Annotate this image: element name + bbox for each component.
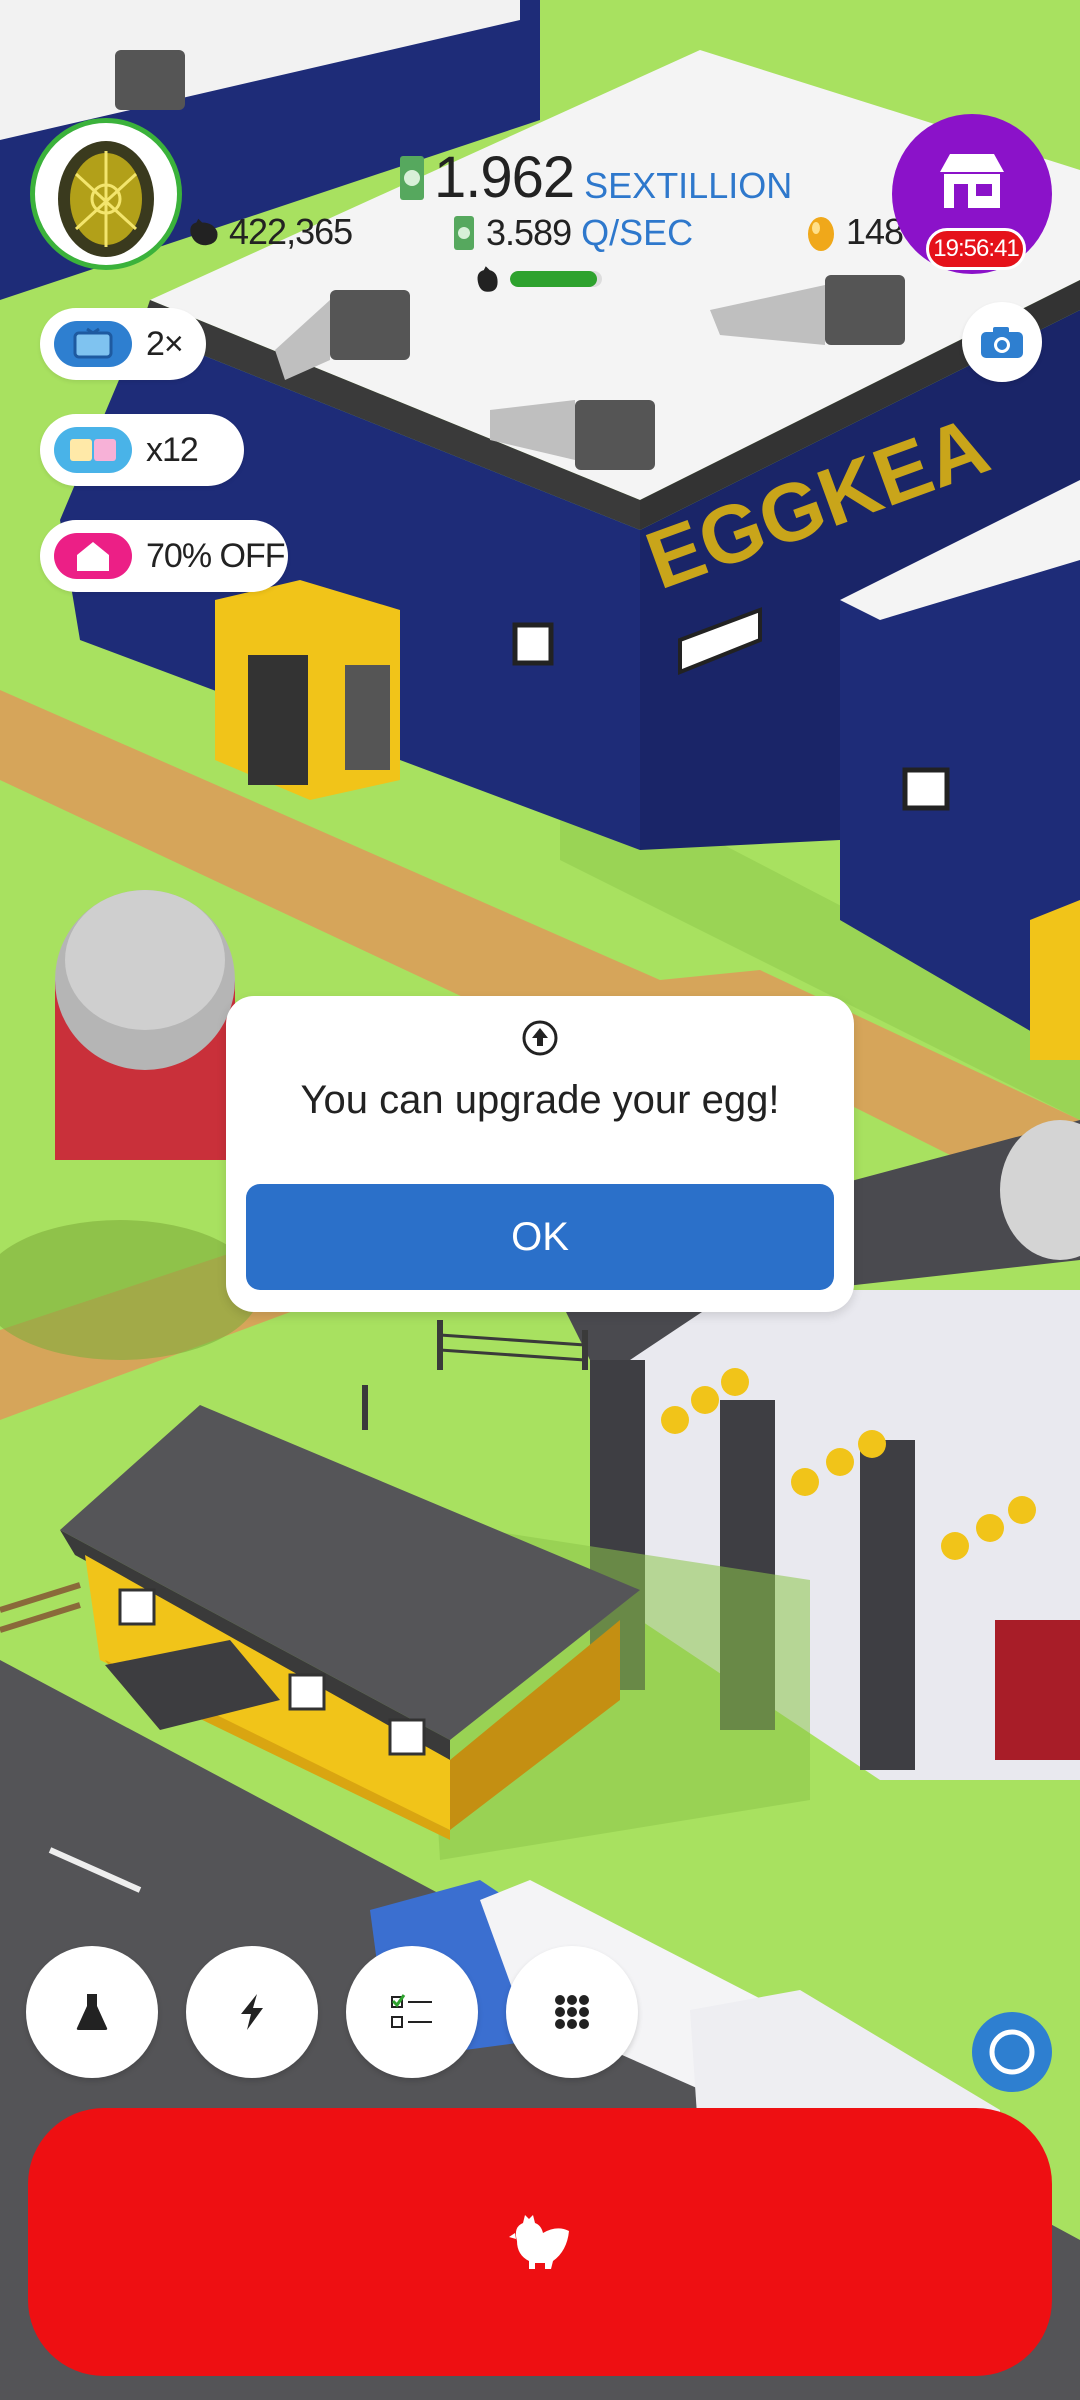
egg-icon: [58, 141, 154, 257]
rate-display: 3.589 Q/SEC: [452, 210, 693, 256]
camera-button[interactable]: [962, 302, 1042, 382]
dialog-message: You can upgrade your egg!: [300, 1078, 780, 1122]
upgrade-dialog: You can upgrade your egg! OK: [226, 996, 854, 1312]
tv-icon: [54, 321, 132, 367]
research-button[interactable]: [26, 1946, 158, 2078]
progress-fill: [509, 271, 598, 287]
house-icon: [54, 533, 132, 579]
shop-timer: 19:56:41: [933, 235, 1019, 262]
cash-icon: [400, 156, 424, 200]
menu-grid-button[interactable]: [506, 1946, 638, 2078]
progress-track: [509, 271, 602, 287]
golden-egg-display: 148: [806, 206, 904, 258]
shop-icon: [940, 154, 1004, 208]
hatch-chicken-icon: [509, 2215, 569, 2269]
ok-button[interactable]: OK: [246, 1184, 834, 1290]
boost-count: x12: [146, 430, 199, 469]
golden-egg-icon: [808, 217, 834, 251]
missions-button[interactable]: [346, 1946, 478, 2078]
video-multiplier: 2×: [146, 324, 184, 363]
lightning-icon: [241, 1994, 263, 2030]
chicken-count-display: 422,365: [185, 208, 353, 256]
rate-amount: 3.589: [486, 212, 572, 253]
egg-avatar-button[interactable]: [30, 118, 182, 270]
cash-display: 1.962 SEXTILLION: [398, 140, 792, 208]
progress-chicken-icon: [477, 266, 498, 292]
video-boost-button[interactable]: 2×: [40, 308, 206, 380]
discount-label: 70% OFF: [146, 536, 285, 575]
camera-icon: [981, 327, 1023, 358]
circle-icon: [989, 2029, 1035, 2075]
upgrade-arrow-icon: [522, 1020, 558, 1056]
rate-unit: Q/SEC: [581, 212, 694, 253]
chicken-icon: [190, 218, 218, 246]
boost-count-button[interactable]: x12: [40, 414, 244, 486]
assistant-button[interactable]: [972, 2012, 1052, 2092]
research-icon: [76, 1994, 108, 2030]
cash-unit: SEXTILLION: [584, 165, 793, 206]
grid-icon: [555, 1995, 589, 2029]
boosts-button[interactable]: [186, 1946, 318, 2078]
chicken-count: 422,365: [229, 211, 353, 252]
progress-indicator: [472, 262, 602, 296]
shop-timer-badge: 19:56:41: [926, 228, 1026, 270]
rate-cash-icon: [454, 216, 474, 250]
cash-amount: 1.962: [434, 145, 575, 210]
discount-button[interactable]: 70% OFF: [40, 520, 288, 592]
boost-icon: [54, 427, 132, 473]
checklist-icon: [391, 1994, 432, 2028]
hatch-chicken-button[interactable]: [28, 2108, 1052, 2376]
